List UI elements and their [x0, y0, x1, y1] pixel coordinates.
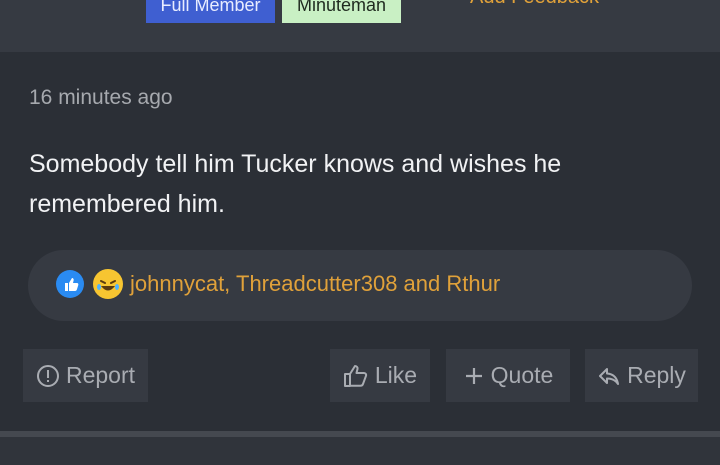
- add-feedback-link[interactable]: Add Feedback: [470, 0, 599, 9]
- badge-minuteman: Minuteman: [282, 0, 401, 23]
- post-timestamp[interactable]: 16 minutes ago: [29, 86, 173, 110]
- laughing-emoji-icon[interactable]: [93, 269, 123, 299]
- like-icon[interactable]: [56, 270, 84, 298]
- like-button[interactable]: Like: [330, 349, 430, 402]
- quote-button[interactable]: Quote: [446, 349, 570, 402]
- plus-icon: [463, 365, 485, 387]
- report-label: Report: [65, 362, 136, 388]
- report-button[interactable]: Report: [23, 349, 148, 402]
- reply-arrow-icon: [597, 365, 621, 387]
- reaction-users[interactable]: johnnycat, Threadcutter308 and Rthur: [130, 271, 500, 297]
- badge-full-member: Full Member: [146, 0, 275, 23]
- thumbs-up-icon: [343, 364, 369, 388]
- reply-label: Reply: [627, 362, 686, 388]
- reactions-bar[interactable]: johnnycat, Threadcutter308 and Rthur: [28, 250, 692, 321]
- user-info-strip: Full Member Minuteman Add Feedback: [0, 0, 720, 52]
- next-post-edge: [0, 437, 720, 465]
- alert-circle-icon: [36, 364, 60, 388]
- like-label: Like: [374, 362, 418, 388]
- reply-button[interactable]: Reply: [585, 349, 698, 402]
- post-message: Somebody tell him Tucker knows and wishe…: [29, 150, 562, 218]
- post-body: 16 minutes ago Somebody tell him Tucker …: [0, 52, 720, 432]
- quote-label: Quote: [490, 362, 554, 388]
